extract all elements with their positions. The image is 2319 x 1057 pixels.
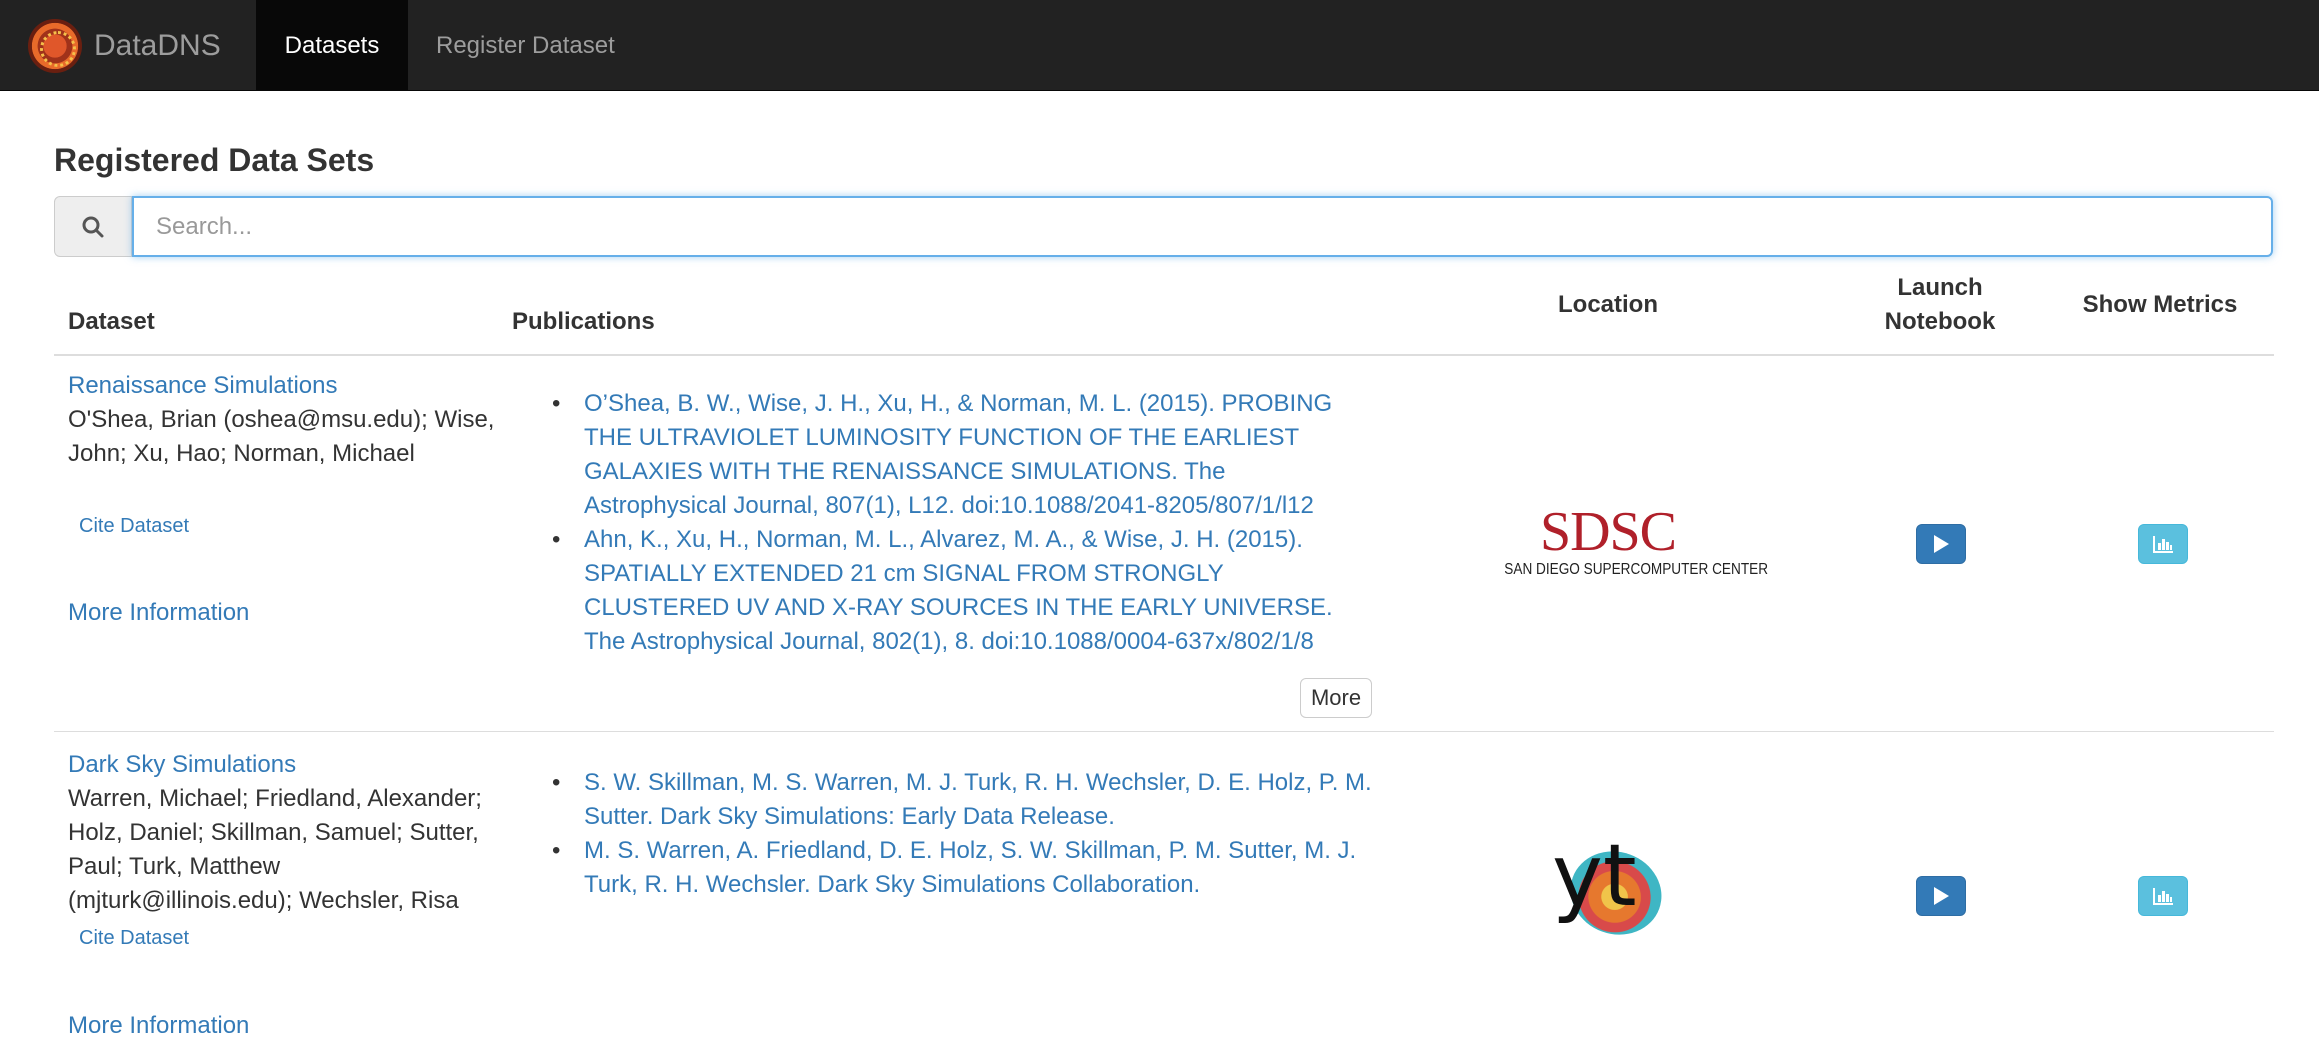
datadns-logo-icon <box>28 19 82 73</box>
page-title: Registered Data Sets <box>54 142 375 178</box>
publication-link[interactable]: M. S. Warren, A. Friedland, D. E. Holz, … <box>512 834 1372 902</box>
search-button[interactable] <box>54 196 132 257</box>
sdsc-logo-subtitle: SAN DIEGO SUPERCOMPUTER CENTER <box>1504 561 1769 578</box>
more-publications-button[interactable]: More <box>1300 678 1372 718</box>
show-metrics-button[interactable] <box>2138 876 2188 916</box>
search-icon <box>82 216 104 237</box>
column-header-launch-notebook: Launch Notebook <box>1884 274 1996 335</box>
brand-name: DataDNS <box>94 29 221 62</box>
publication-link[interactable]: Ahn, K., Xu, H., Norman, M. L., Alvarez,… <box>512 523 1372 659</box>
column-header-location: Location <box>1558 291 1658 318</box>
play-icon <box>1934 535 1949 553</box>
dataset-authors: Warren, Michael; Friedland, Alexander; H… <box>68 785 482 914</box>
nav-item-register-dataset[interactable]: Register Dataset <box>410 0 641 91</box>
launch-notebook-button[interactable] <box>1916 524 1966 564</box>
bar-chart-icon <box>2153 536 2173 553</box>
brand-link[interactable]: DataDNS <box>28 18 221 74</box>
column-header-dataset: Dataset <box>68 308 155 335</box>
search-input[interactable] <box>132 196 2273 257</box>
column-header-show-metrics: Show Metrics <box>2082 291 2238 318</box>
more-information-link[interactable]: More Information <box>68 599 249 627</box>
sdsc-logo-wordmark: SDSC <box>1539 501 1677 563</box>
bar-chart-icon <box>2153 888 2173 905</box>
cite-dataset-link[interactable]: Cite Dataset <box>79 927 189 950</box>
nav-item-datasets[interactable]: Datasets <box>256 0 408 91</box>
publications-list: O’Shea, B. W., Wise, J. H., Xu, H., & No… <box>512 387 1372 659</box>
sdsc-location-logo: SDSC SAN DIEGO SUPERCOMPUTER CENTER <box>1486 501 1769 588</box>
row-divider <box>54 731 2274 732</box>
play-icon <box>1934 887 1949 905</box>
cite-dataset-link[interactable]: Cite Dataset <box>79 515 189 538</box>
yt-logo-wordmark: yt <box>1552 826 1637 926</box>
publication-link[interactable]: S. W. Skillman, M. S. Warren, M. J. Turk… <box>512 766 1372 834</box>
header-divider <box>54 354 2274 356</box>
publication-link[interactable]: O’Shea, B. W., Wise, J. H., Xu, H., & No… <box>512 387 1372 523</box>
show-metrics-button[interactable] <box>2138 524 2188 564</box>
dataset-authors: O'Shea, Brian (oshea@msu.edu); Wise, Joh… <box>68 406 495 467</box>
more-information-link[interactable]: More Information <box>68 1012 249 1040</box>
launch-notebook-button[interactable] <box>1916 876 1966 916</box>
dataset-link[interactable]: Renaissance Simulations <box>68 369 337 403</box>
top-navbar: DataDNS Datasets Register Dataset <box>0 0 2319 91</box>
publications-list: S. W. Skillman, M. S. Warren, M. J. Turk… <box>512 766 1372 902</box>
yt-location-logo: yt <box>1550 826 1674 948</box>
dataset-link[interactable]: Dark Sky Simulations <box>68 748 296 782</box>
column-header-publications: Publications <box>512 308 655 335</box>
